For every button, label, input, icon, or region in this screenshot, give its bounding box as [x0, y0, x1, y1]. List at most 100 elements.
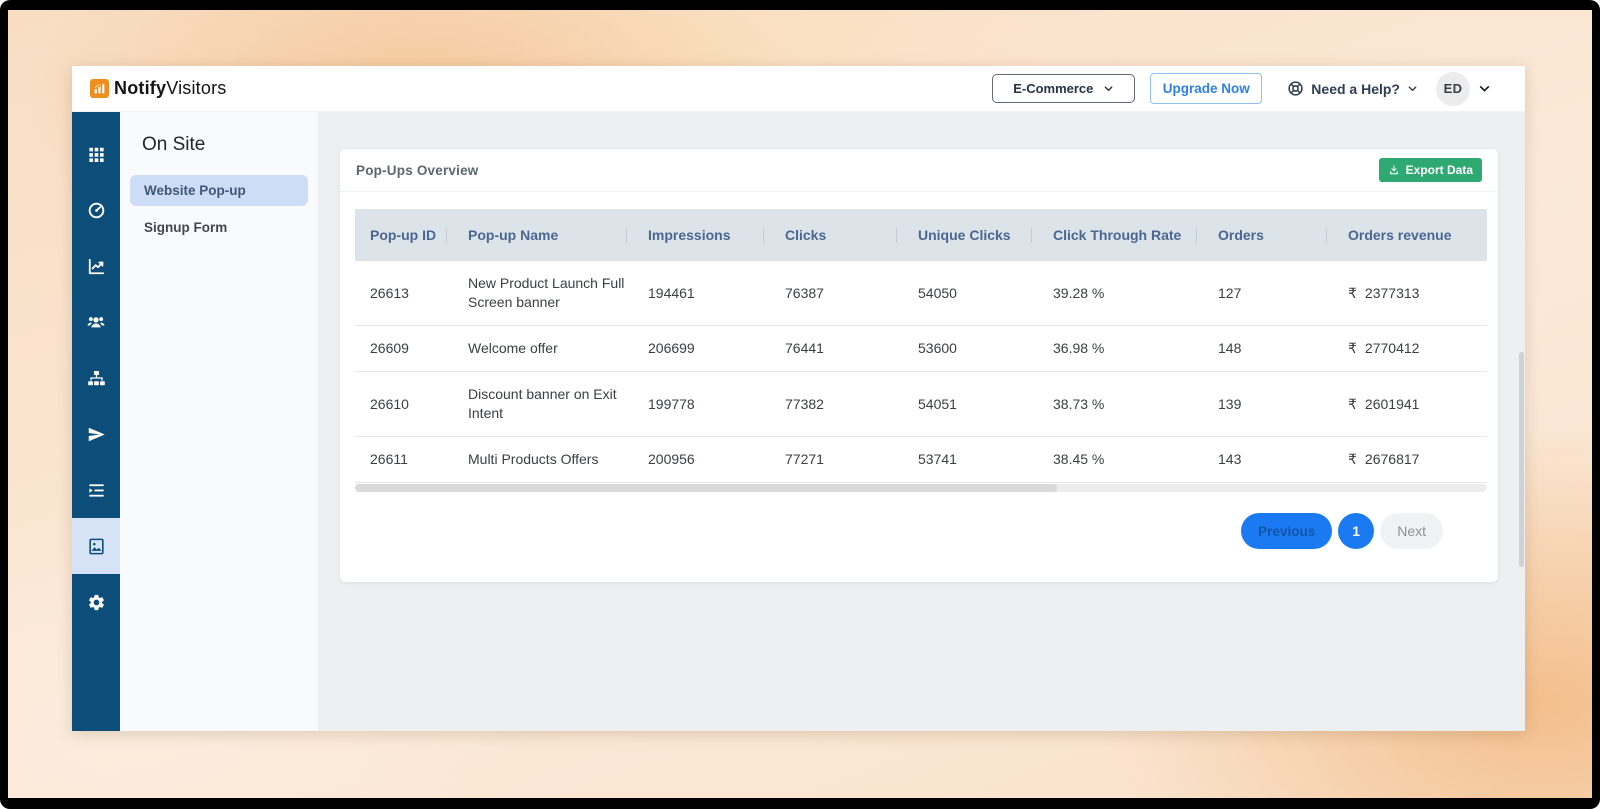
popups-overview-card: Pop-Ups Overview Export Data Pop-up ID P… — [340, 149, 1498, 582]
column-header-label: Orders revenue — [1348, 227, 1452, 243]
users-icon — [87, 317, 105, 328]
popups-table: Pop-up ID Pop-up Name Impressions Clicks… — [355, 209, 1487, 483]
chevron-down-icon — [1479, 86, 1490, 92]
cell-impressions: 194461 — [648, 261, 785, 326]
upgrade-now-button[interactable]: Upgrade Now — [1150, 73, 1263, 104]
rupee-symbol: ₹ — [1348, 284, 1357, 301]
export-button-label: Export Data — [1405, 163, 1473, 177]
cell-unique-clicks: 54050 — [918, 261, 1053, 326]
column-header-label: Click Through Rate — [1053, 227, 1182, 243]
pagination-page-1-button[interactable]: 1 — [1338, 513, 1375, 549]
table-row: 26613 New Product Launch Full Screen ban… — [355, 261, 1487, 326]
rail-item-users[interactable] — [72, 294, 120, 350]
cell-impressions: 206699 — [648, 325, 785, 372]
column-header-clicks[interactable]: Clicks — [763, 209, 918, 261]
pagination-next-button[interactable]: Next — [1380, 513, 1443, 549]
cell-orders-revenue: ₹2601941 — [1348, 371, 1487, 437]
help-menu[interactable]: Need a Help? — [1287, 80, 1418, 97]
column-separator — [1196, 228, 1197, 243]
cell-popup-id: 26611 — [355, 436, 468, 483]
column-separator — [1031, 228, 1032, 243]
column-header-impressions[interactable]: Impressions — [626, 209, 785, 261]
rail-item-journeys[interactable] — [72, 462, 120, 518]
column-header-label: Pop-up ID — [370, 227, 437, 243]
column-header-label: Orders — [1218, 227, 1264, 243]
cell-impressions: 199778 — [648, 371, 785, 437]
brand-name-bold: Notify — [114, 78, 167, 98]
sidebar-item-label: Signup Form — [144, 220, 228, 235]
cell-clicks: 77271 — [785, 436, 918, 483]
rail-item-onsite[interactable] — [72, 518, 120, 574]
cell-popup-name: Discount banner on Exit Intent — [468, 371, 648, 437]
cell-ctr: 39.28 % — [1053, 261, 1218, 326]
workspace-dropdown[interactable]: E-Commerce — [992, 74, 1136, 103]
sidebar-item-label: Website Pop-up — [144, 183, 246, 198]
column-separator — [446, 228, 447, 243]
revenue-amount: 2770412 — [1364, 340, 1420, 356]
secondary-sidebar: On Site Website Pop-up Signup Form — [120, 112, 318, 731]
sidebar-item-signup-form[interactable]: Signup Form — [130, 212, 308, 243]
rail-item-apps[interactable] — [72, 126, 120, 182]
cell-unique-clicks: 54051 — [918, 371, 1053, 437]
life-ring-icon — [1288, 81, 1303, 96]
rail-item-dashboard[interactable] — [72, 182, 120, 238]
analytics-line-chart-icon — [88, 258, 104, 274]
chevron-down-icon — [1408, 86, 1417, 92]
column-header-orders[interactable]: Orders — [1196, 209, 1348, 261]
column-header-label: Impressions — [648, 227, 731, 243]
cell-ctr: 36.98 % — [1053, 325, 1218, 372]
download-icon — [1389, 165, 1398, 175]
cell-orders-revenue: ₹2676817 — [1348, 436, 1487, 483]
sidebar-item-website-popup[interactable]: Website Pop-up — [130, 175, 308, 206]
rupee-symbol: ₹ — [1348, 395, 1357, 412]
rail-item-sitemap[interactable] — [72, 350, 120, 406]
sidebar-section-title: On Site — [142, 134, 206, 155]
scrollbar-thumb[interactable] — [355, 484, 1057, 492]
brand-chart-icon — [90, 79, 109, 98]
rail-item-campaigns[interactable] — [72, 406, 120, 462]
rail-item-analytics[interactable] — [72, 238, 120, 294]
cell-clicks: 76441 — [785, 325, 918, 372]
cell-popup-name: Welcome offer — [468, 325, 648, 372]
revenue-amount: 2676817 — [1364, 451, 1420, 467]
cell-orders: 148 — [1218, 325, 1348, 372]
table-row: 26609 Welcome offer 206699 76441 53600 3… — [355, 325, 1487, 372]
column-header-label: Pop-up Name — [468, 227, 559, 243]
column-header-ctr[interactable]: Click Through Rate — [1031, 209, 1218, 261]
column-header-orders-revenue[interactable]: Orders revenue — [1326, 209, 1487, 261]
cell-orders: 127 — [1218, 261, 1348, 326]
cell-ctr: 38.45 % — [1053, 436, 1218, 483]
revenue-amount: 2377313 — [1364, 284, 1420, 301]
cell-clicks: 77382 — [785, 371, 918, 437]
workspace-dropdown-label: E-Commerce — [1013, 81, 1094, 96]
cell-ctr: 38.73 % — [1053, 371, 1218, 437]
rail-item-settings[interactable] — [72, 574, 120, 630]
avatar-initials: ED — [1443, 81, 1463, 96]
column-header-unique-clicks[interactable]: Unique Clicks — [896, 209, 1053, 261]
column-header-popup-id[interactable]: Pop-up ID — [355, 209, 468, 261]
brand-name: NotifyVisitors — [114, 78, 227, 99]
cell-unique-clicks: 53600 — [918, 325, 1053, 372]
account-menu-chevron[interactable] — [1478, 82, 1491, 95]
table-horizontal-scrollbar[interactable] — [355, 484, 1487, 492]
column-separator — [896, 228, 897, 243]
page-vertical-scrollbar[interactable] — [1519, 352, 1524, 567]
pagination: Previous 1 Next — [340, 492, 1498, 582]
export-data-button[interactable]: Export Data — [1378, 158, 1482, 182]
column-header-label: Unique Clicks — [918, 227, 1011, 243]
pagination-previous-button[interactable]: Previous — [1241, 513, 1333, 549]
icon-rail — [72, 112, 120, 731]
brand-logo[interactable]: NotifyVisitors — [90, 78, 227, 99]
column-separator — [626, 228, 627, 243]
user-avatar[interactable]: ED — [1436, 71, 1470, 106]
cell-popup-id: 26613 — [355, 261, 468, 326]
column-header-popup-name[interactable]: Pop-up Name — [446, 209, 648, 261]
chevron-down-icon — [1104, 86, 1113, 92]
table-row: 26611 Multi Products Offers 200956 77271… — [355, 436, 1487, 483]
column-separator — [1326, 228, 1327, 243]
sitemap-icon — [87, 370, 105, 385]
column-header-label: Clicks — [785, 227, 827, 243]
top-bar: NotifyVisitors E-Commerce Upgrade Now Ne… — [72, 66, 1525, 112]
column-separator — [763, 228, 764, 243]
table-zone: Pop-up ID Pop-up Name Impressions Clicks… — [340, 192, 1498, 492]
